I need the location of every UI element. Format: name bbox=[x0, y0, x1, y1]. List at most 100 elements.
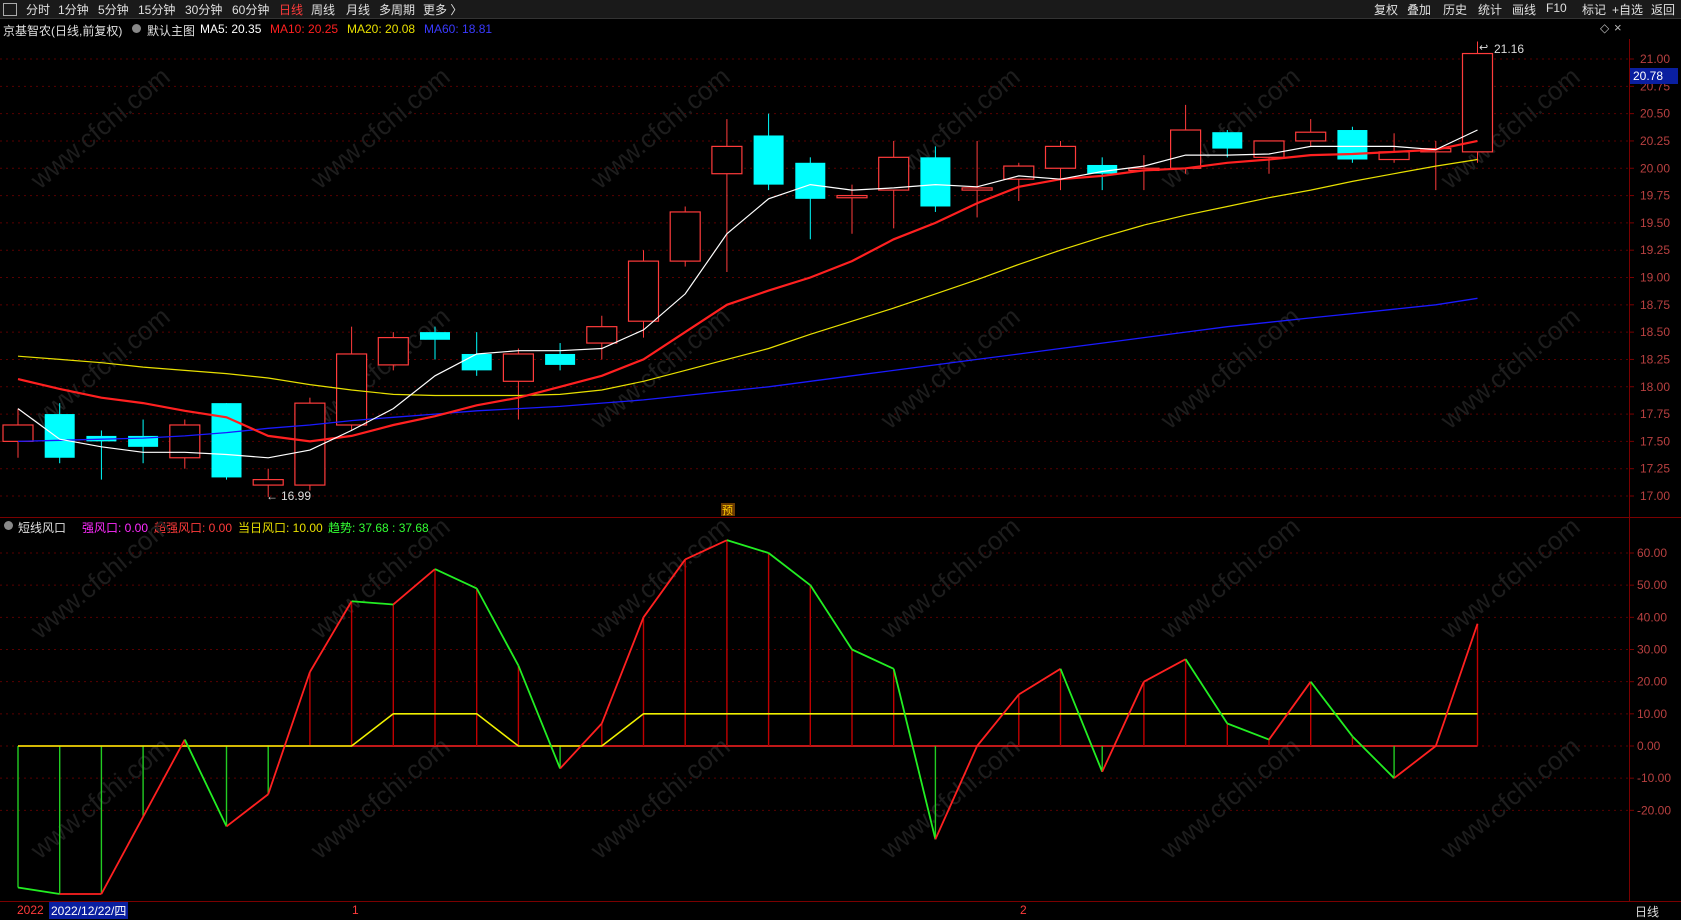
sidebar-toggle-icon[interactable] bbox=[3, 3, 17, 16]
stock-title: 京基智农(日线,前复权) bbox=[3, 24, 123, 38]
trend-line-segment bbox=[976, 693, 1020, 747]
trend-line-segment bbox=[475, 587, 520, 667]
stats-button[interactable]: 统计 bbox=[1478, 1, 1502, 18]
watermark-text: www.cfchi.com bbox=[1154, 731, 1306, 865]
candle-body bbox=[502, 353, 534, 382]
indicator-tick-label: -10.00 bbox=[1637, 771, 1671, 785]
super-strong-wind-label: 超强风口: 0.00 bbox=[154, 521, 233, 535]
watermark-text: www.cfchi.com bbox=[874, 731, 1026, 865]
period-tab-monthly[interactable]: 月线 bbox=[346, 1, 370, 18]
watermark-text: www.cfchi.com bbox=[1434, 731, 1586, 865]
overlay-button[interactable]: 叠加 bbox=[1407, 1, 1431, 18]
period-tab-multi[interactable]: 多周期 bbox=[379, 1, 415, 18]
price-tick-label: 18.25 bbox=[1640, 352, 1670, 366]
candle-body bbox=[878, 156, 910, 191]
mark-button[interactable]: 标记 bbox=[1582, 1, 1606, 18]
candle-body bbox=[1461, 52, 1494, 153]
top-toolbar: 分时 1分钟 5分钟 15分钟 30分钟 60分钟 日线 周线 月线 多周期 更… bbox=[0, 0, 1681, 19]
back-button[interactable]: 返回 bbox=[1651, 1, 1675, 18]
fuquan-button[interactable]: 复权 bbox=[1374, 1, 1398, 18]
trend-line-segment bbox=[1434, 623, 1479, 747]
period-tab-60min[interactable]: 60分钟 bbox=[232, 1, 269, 18]
template-label[interactable]: 默认主图 bbox=[147, 22, 195, 39]
ma60-label: MA60: 18.81 bbox=[424, 22, 493, 36]
trend-line-segment bbox=[642, 558, 686, 618]
trend-line-segment bbox=[1143, 658, 1187, 683]
trend-line-segment bbox=[1268, 681, 1312, 741]
candle-body bbox=[920, 157, 951, 207]
period-tab-1min[interactable]: 1分钟 bbox=[58, 1, 89, 18]
date-axis-bar: 2022 2022/12/22/四 1 2 日线 bbox=[0, 901, 1681, 919]
close-icon[interactable]: × bbox=[1614, 20, 1622, 35]
chart-canvas[interactable]: www.cfchi.com www.cfchi.com www.cfchi.com w… bbox=[0, 0, 1681, 917]
candle-body bbox=[1003, 165, 1035, 180]
indicator-title[interactable]: 短线风口 bbox=[18, 519, 66, 536]
price-tick-label: 17.75 bbox=[1640, 407, 1670, 421]
candle-body bbox=[1128, 167, 1160, 172]
price-tick-label: 17.50 bbox=[1640, 434, 1670, 448]
diamond-icon[interactable]: ◇ bbox=[1600, 21, 1609, 35]
ma60-line bbox=[17, 297, 1478, 443]
indicator-tick-label: 0.00 bbox=[1637, 739, 1661, 753]
watermark-text: www.cfchi.com bbox=[1154, 301, 1306, 435]
price-tick-label: 20.75 bbox=[1640, 79, 1670, 93]
trend-line-segment bbox=[142, 739, 186, 818]
indicator-toggle-icon[interactable] bbox=[4, 521, 13, 530]
add-watchlist-button[interactable]: +自选 bbox=[1612, 1, 1643, 18]
price-markers: 20.78 21.16 ↩ 16.99 ← 预 bbox=[266, 42, 1678, 517]
history-button[interactable]: 历史 bbox=[1443, 1, 1467, 18]
more-menu[interactable]: 更多 〉 bbox=[423, 1, 462, 18]
ma20-label: MA20: 20.08 bbox=[347, 22, 416, 36]
candle-body bbox=[545, 353, 576, 365]
candle-body bbox=[795, 162, 826, 199]
price-tick-label: 18.50 bbox=[1640, 325, 1670, 339]
trend-line-segment bbox=[100, 816, 144, 895]
panel-separator[interactable] bbox=[0, 517, 1681, 518]
candle-body bbox=[1378, 151, 1410, 161]
price-tick-label: 19.25 bbox=[1640, 243, 1670, 257]
price-tick-label: 20.50 bbox=[1640, 107, 1670, 121]
period-tab-30min[interactable]: 30分钟 bbox=[185, 1, 222, 18]
candle-body bbox=[44, 414, 75, 458]
period-tab-15min[interactable]: 15分钟 bbox=[138, 1, 175, 18]
trend-line-segment bbox=[17, 886, 60, 895]
watermark-text: www.cfchi.com bbox=[24, 731, 176, 865]
candle-body bbox=[961, 187, 993, 191]
trend-line-segment bbox=[434, 568, 478, 590]
trend-line-segment bbox=[1018, 668, 1061, 696]
watermark-text: www.cfchi.com bbox=[584, 61, 736, 195]
watermark-text: www.cfchi.com bbox=[304, 301, 456, 435]
period-tab-5min[interactable]: 5分钟 bbox=[98, 1, 129, 18]
current-price-box bbox=[1630, 68, 1678, 84]
year-label: 2022 bbox=[17, 903, 44, 917]
candle-body bbox=[753, 135, 784, 185]
candle-body bbox=[1295, 131, 1327, 142]
candle-body bbox=[1337, 130, 1368, 160]
watermark-text: www.cfchi.com bbox=[1154, 61, 1306, 195]
period-tab-daily[interactable]: 日线 bbox=[279, 1, 303, 18]
price-tick-label: 17.00 bbox=[1640, 489, 1670, 503]
f10-button[interactable]: F10 bbox=[1546, 1, 1567, 15]
trend-line-segment bbox=[892, 668, 937, 840]
template-toggle-icon[interactable] bbox=[132, 24, 141, 33]
cursor-date-label: 2022/12/22/四 bbox=[49, 902, 129, 919]
period-tab-weekly[interactable]: 周线 bbox=[311, 1, 335, 18]
indicator-tick-label: 30.00 bbox=[1637, 643, 1667, 657]
candlesticks bbox=[2, 41, 1494, 498]
trend-line-segment bbox=[1184, 658, 1229, 724]
axis-separator bbox=[1629, 39, 1630, 901]
price-tick-label: 18.75 bbox=[1640, 298, 1670, 312]
price-tick-label: 20.25 bbox=[1640, 134, 1670, 148]
price-axis: 21.00 20.75 20.50 20.25 20.00 19.75 19.50 19.25… bbox=[1629, 52, 1670, 503]
price-tick-label: 18.00 bbox=[1640, 380, 1670, 394]
ma5-line bbox=[17, 129, 1478, 459]
ma10-line bbox=[17, 139, 1478, 443]
period-tab-fenshi[interactable]: 分时 bbox=[26, 1, 50, 18]
candle-body bbox=[1087, 164, 1118, 174]
draw-button[interactable]: 画线 bbox=[1512, 1, 1536, 18]
candle-body bbox=[420, 332, 450, 340]
month-label-2: 2 bbox=[1020, 903, 1027, 917]
ma20-line bbox=[17, 158, 1478, 397]
candle-body bbox=[86, 435, 117, 442]
indicator-tick-label: 60.00 bbox=[1637, 546, 1667, 560]
